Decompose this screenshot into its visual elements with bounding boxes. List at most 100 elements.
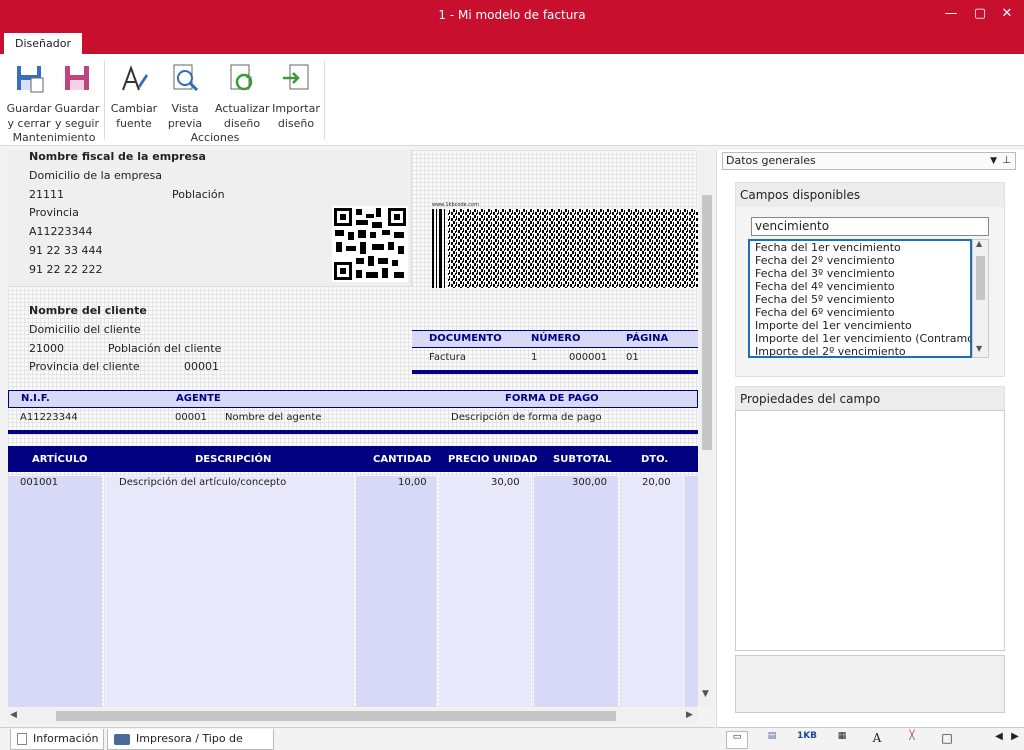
list-item[interactable]: Importe del 1er vencimiento (Contramoned… [750,332,970,345]
magnifier-icon [173,64,199,92]
header-articulo: ARTÍCULO [32,454,88,465]
dropdown-arrow-icon[interactable]: ▼ [990,153,997,169]
list-item[interactable]: Importe del 1er vencimiento [750,319,970,332]
restore-button[interactable]: ▢ [969,4,991,24]
preview-button[interactable]: Vista previa [159,60,211,130]
doc-type: Factura [429,352,466,363]
document-table-header: DOCUMENTO NÚMERO PÁGINA [412,330,698,348]
minimize-button[interactable]: — [940,4,962,24]
update-design-button[interactable]: Actualizar diseño [215,60,270,130]
qr-tab-icon[interactable]: ▦ [831,731,853,749]
list-item[interactable]: Fecha del 4º vencimiento [750,280,970,293]
tab-disenador[interactable]: Diseñador [4,33,82,54]
import-design-button[interactable]: Importar diseño [270,60,322,130]
list-item[interactable]: Importe del 2º vencimiento [750,345,970,356]
bottom-tabs: Información Impresora / Tipo de papel [0,727,715,750]
doc-number: 000001 [569,352,608,363]
vertical-scroll-thumb[interactable] [702,195,712,450]
save-continue-button[interactable]: Guardar y seguir [51,60,103,130]
doc-page: 01 [626,352,639,363]
client-name: Nombre del cliente [29,304,147,317]
field-search-input[interactable]: vencimiento [751,217,989,236]
header-precio: PRECIO UNIDAD [448,454,538,465]
payment-method: Descripción de forma de pago [451,412,602,423]
group-separator [324,60,325,140]
data-fields-tab-icon[interactable]: ▭ [726,731,748,749]
article-description: Descripción del artículo/concepto [119,477,287,488]
scroll-up-icon[interactable]: ▲ [976,239,982,248]
column-cantidad [356,476,436,707]
field-properties-area[interactable] [735,410,1005,651]
save-close-button[interactable]: Guardar y cerrar [3,60,55,130]
right-bottom-tabs: ▭ ▤ 1KB ▦ A ╳ □ ◀ ▶ [716,727,1024,750]
design-canvas[interactable]: Nombre fiscal de la empresa Domicilio de… [8,150,698,707]
company-city: Población [172,188,225,201]
rectangle-tab-icon[interactable]: □ [936,731,958,749]
ribbon-tabs: Diseñador [0,31,1024,54]
vertical-scrollbar[interactable]: ▼ [699,150,715,707]
client-province: Provincia del cliente [29,360,140,373]
horizontal-scrollbar[interactable]: ◀ ▶ [8,708,698,724]
save-close-icon [17,66,44,93]
line-tab-icon[interactable]: ╳ [901,731,923,749]
company-block[interactable]: Nombre fiscal de la empresa Domicilio de… [8,150,412,287]
header-dto: DTO. [641,454,669,465]
tab-impresora[interactable]: Impresora / Tipo de papel [107,729,274,750]
list-item[interactable]: Fecha del 6º vencimiento [750,306,970,319]
column-subtotal [534,476,618,707]
window-title: 1 - Mi modelo de factura [438,8,586,22]
qr-code[interactable] [332,206,408,282]
scroll-left-icon[interactable]: ◀ [10,710,17,720]
header-nif: N.I.F. [21,393,50,404]
agent-name: Nombre del agente [225,412,322,423]
column-descripcion [106,476,354,707]
right-panel: Datos generales ▼ ⊥ Campos disponibles v… [716,150,1024,727]
barcode-tab-icon[interactable]: 1KB [796,731,818,749]
panel-dropdown[interactable]: Datos generales ▼ ⊥ [722,152,1016,170]
group-label-actions: Acciones [190,131,240,144]
article-subtotal: 300,00 [572,477,607,488]
save-icon [65,66,89,90]
pdf417-barcode[interactable] [432,209,698,288]
company-name: Nombre fiscal de la empresa [29,150,206,163]
pin-icon[interactable]: ⊥ [1002,153,1011,169]
article-discount: 20,00 [642,477,671,488]
header-subtotal: SUBTOTAL [553,454,612,465]
header-agente: AGENTE [176,393,221,404]
scroll-right-icon[interactable]: ▶ [686,710,693,720]
client-zip: 21000 [29,342,64,355]
scroll-down-icon[interactable]: ▼ [976,344,982,353]
horizontal-scroll-thumb[interactable] [56,711,616,721]
column-precio [439,476,531,707]
company-province: Provincia [29,206,79,219]
column-extra [685,476,698,707]
tab-informacion[interactable]: Información [10,729,104,750]
article-quantity: 10,00 [398,477,427,488]
list-item[interactable]: Fecha del 2º vencimiento [750,254,970,267]
change-font-button[interactable]: Cambiar fuente [108,60,160,130]
close-button[interactable]: ✕ [996,4,1018,24]
header-descripcion: DESCRIPCIÓN [195,454,272,465]
tab-scroll-right-icon[interactable]: ▶ [1004,731,1024,749]
text-tab-icon[interactable]: A [866,731,888,749]
article-table-header: ARTÍCULO DESCRIPCIÓN CANTIDAD PRECIO UNI… [8,446,698,472]
header-cantidad: CANTIDAD [373,454,432,465]
scroll-down-icon[interactable]: ▼ [702,689,709,699]
header-documento: DOCUMENTO [429,333,502,344]
fields-list[interactable]: Fecha del 1er vencimiento Fecha del 2º v… [748,239,972,358]
client-address: Domicilio del cliente [29,323,141,336]
list-item[interactable]: Fecha del 1er vencimiento [750,241,970,254]
nif-table-header: N.I.F. AGENTE FORMA DE PAGO [8,390,698,408]
group-label-maintenance: Mantenimiento [12,131,96,144]
title-bar: 1 - Mi modelo de factura — ▢ ✕ [0,0,1024,31]
doc-series: 1 [531,352,538,363]
header-numero: NÚMERO [531,333,581,344]
header-pagina: PÁGINA [626,333,669,344]
article-price: 30,00 [491,477,520,488]
company-address: Domicilio de la empresa [29,169,162,182]
list-item[interactable]: Fecha del 5º vencimiento [750,293,970,306]
printer-tab-icon[interactable]: ▤ [761,731,783,749]
list-scroll-thumb[interactable] [976,256,985,300]
list-item[interactable]: Fecha del 3º vencimiento [750,267,970,280]
fields-list-scrollbar[interactable]: ▲ ▼ [972,239,989,358]
